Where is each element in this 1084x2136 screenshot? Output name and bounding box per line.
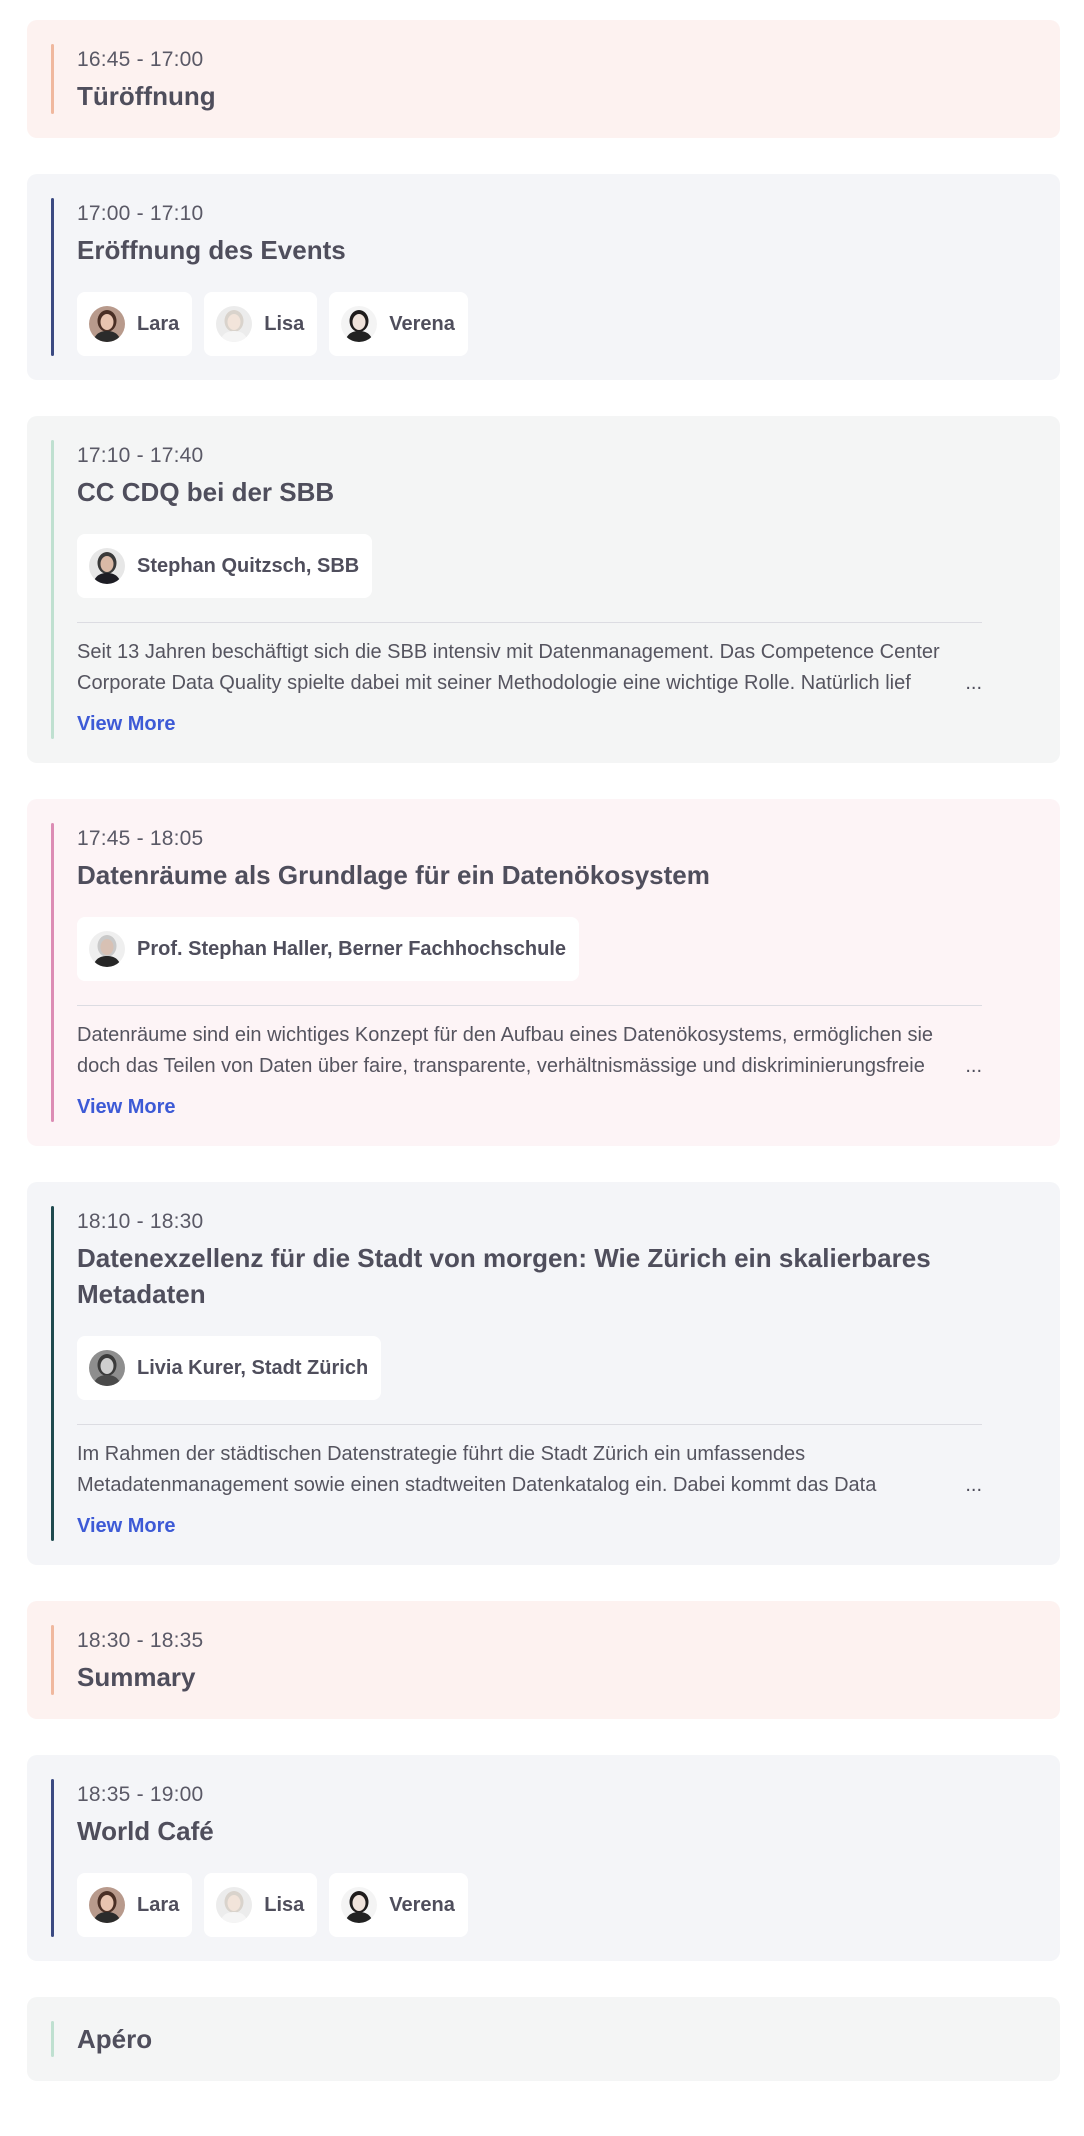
session-card-world-cafe: 18:35 - 19:00 World Café Lara Lisa Verena (27, 1755, 1060, 1961)
speaker-avatar (341, 306, 378, 342)
session-card-datenraume-als-grundlage-fur-ein-datenokosystem: 17:45 - 18:05 Datenräume als Grundlage fü… (27, 799, 1060, 1146)
speaker-avatar (89, 1350, 125, 1386)
session-time: 18:35 - 19:00 (77, 1783, 204, 1806)
session-card-cc-cdq-bei-der-sbb: 17:10 - 17:40 CC CDQ bei der SBB Stephan Q… (27, 416, 1060, 763)
speaker-avatar (89, 931, 125, 967)
speaker-name: Verena (389, 1893, 455, 1916)
session-accent-bar (51, 44, 54, 114)
speaker-chip-lara[interactable]: Lara (77, 292, 193, 356)
speaker-avatar (216, 1887, 253, 1923)
session-time: 17:45 - 18:05 (77, 827, 204, 850)
session-time: 18:10 - 18:30 (77, 1210, 204, 1233)
session-description: Datenräume sind ein wichtiges Konzept fü… (77, 1024, 934, 1077)
session-title: Türöffnung (77, 81, 216, 111)
session-accent-bar (51, 2021, 54, 2057)
speaker-list: Livia Kurer, Stadt Zürich (77, 1336, 1036, 1400)
speaker-name: Livia Kurer, Stadt Zürich (137, 1356, 369, 1379)
speaker-list: Lara Lisa Verena (77, 1873, 1036, 1937)
speaker-name: Lara (137, 1893, 180, 1916)
agenda-list: 16:45 - 17:00 Türöffnung 17:00 - 17:10 Eröf… (27, 20, 1060, 2117)
speaker-chip-lisa[interactable]: Lisa (204, 292, 318, 356)
view-more-link[interactable]: View More (77, 709, 176, 739)
session-title: CC CDQ bei der SBB (77, 477, 335, 507)
session-accent-bar (51, 1625, 54, 1695)
speaker-name: Lisa (264, 1893, 305, 1916)
session-accent-bar (51, 440, 54, 739)
speaker-chip-prof-stephan-haller-berner-fachhochschule[interactable]: Prof. Stephan Haller, Berner Fachhochsch… (77, 917, 580, 981)
session-title: Summary (77, 1662, 196, 1692)
description-ellipsis: ... (965, 1474, 982, 1497)
session-title: Datenexzellenz für die Stadt von morgen:… (77, 1243, 931, 1309)
session-title: Apéro (77, 2024, 153, 2054)
session-accent-bar (51, 198, 54, 356)
session-title: Eröffnung des Events (77, 235, 346, 265)
session-accent-bar (51, 1206, 54, 1541)
speaker-list: Lara Lisa Verena (77, 292, 1036, 356)
speaker-list: Stephan Quitzsch, SBB (77, 534, 1036, 598)
session-card-turoffnung: 16:45 - 17:00 Türöffnung (27, 20, 1060, 138)
session-divider (77, 622, 982, 623)
speaker-avatar (89, 1887, 125, 1923)
speaker-chip-stephan-quitzsch-sbb[interactable]: Stephan Quitzsch, SBB (77, 534, 373, 598)
session-divider (77, 1424, 982, 1425)
speaker-avatar (89, 548, 125, 584)
session-description-wrap: Datenräume sind ein wichtiges Konzept fü… (77, 1020, 982, 1082)
speaker-avatar (341, 1887, 378, 1923)
session-time: 17:00 - 17:10 (77, 202, 204, 225)
speaker-name: Verena (389, 312, 455, 335)
session-accent-bar (51, 823, 54, 1122)
view-more-link[interactable]: View More (77, 1092, 176, 1122)
session-card-summary: 18:30 - 18:35 Summary (27, 1601, 1060, 1719)
session-description: Im Rahmen der städtischen Datenstrategie… (77, 1443, 877, 1496)
speaker-chip-lisa[interactable]: Lisa (204, 1873, 318, 1937)
session-time: 18:30 - 18:35 (77, 1629, 204, 1652)
description-ellipsis: ... (965, 672, 982, 695)
session-title: Datenräume als Grundlage für ein Datenök… (77, 860, 710, 890)
speaker-chip-lara[interactable]: Lara (77, 1873, 193, 1937)
speaker-list: Prof. Stephan Haller, Berner Fachhochsch… (77, 917, 1036, 981)
speaker-avatar (89, 306, 125, 342)
speaker-chip-livia-kurer-stadt-zurich[interactable]: Livia Kurer, Stadt Zürich (77, 1336, 382, 1400)
description-ellipsis: ... (965, 1055, 982, 1078)
view-more-link[interactable]: View More (77, 1511, 176, 1541)
speaker-name: Lisa (264, 312, 305, 335)
session-time: 16:45 - 17:00 (77, 48, 204, 71)
speaker-name: Lara (137, 312, 180, 335)
session-time: 17:10 - 17:40 (77, 444, 204, 467)
session-description-wrap: Im Rahmen der städtischen Datenstrategie… (77, 1439, 982, 1501)
speaker-chip-verena[interactable]: Verena (329, 292, 468, 356)
session-title: World Café (77, 1816, 214, 1846)
session-card-datenexzellenz-fur-die-stadt-von-morgen-wie-zurich-ein-skalierbares-metadaten: 18:10 - 18:30 Datenexzellenz für die Stad… (27, 1182, 1060, 1565)
session-card-eroffnung-des-events: 17:00 - 17:10 Eröffnung des Events Lara Lis… (27, 174, 1060, 380)
session-card-apero: Apéro (27, 1997, 1060, 2081)
session-description: Seit 13 Jahren beschäftigt sich die SBB … (77, 641, 940, 694)
session-divider (77, 1005, 982, 1006)
session-description-wrap: Seit 13 Jahren beschäftigt sich die SBB … (77, 637, 982, 699)
speaker-chip-verena[interactable]: Verena (329, 1873, 468, 1937)
speaker-name: Stephan Quitzsch, SBB (137, 554, 360, 577)
session-accent-bar (51, 1779, 54, 1937)
speaker-name: Prof. Stephan Haller, Berner Fachhochsch… (137, 937, 567, 960)
speaker-avatar (216, 306, 253, 342)
